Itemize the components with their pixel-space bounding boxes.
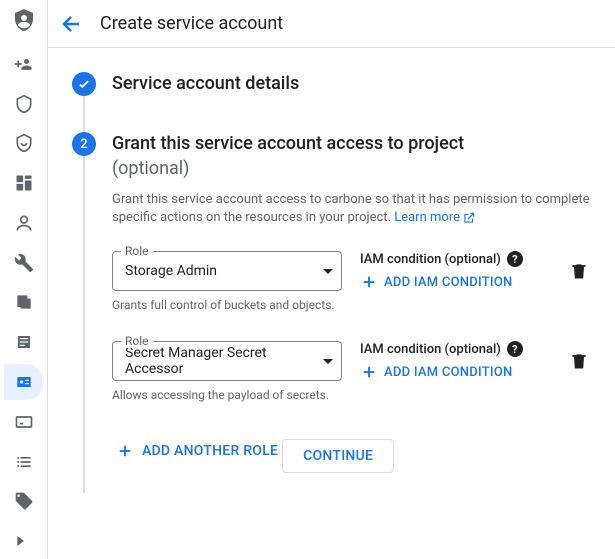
step-1: Service account details bbox=[72, 72, 591, 96]
role-select-1[interactable]: Role Storage Admin bbox=[112, 251, 342, 291]
delete-role-2[interactable] bbox=[567, 341, 591, 381]
add-iam-condition-1[interactable]: ADD IAM CONDITION bbox=[360, 273, 549, 291]
nav-quota-icon[interactable] bbox=[4, 285, 44, 321]
nav-identity-icon[interactable] bbox=[4, 46, 44, 82]
iam-condition-label-1: IAM condition (optional) ? bbox=[360, 251, 549, 267]
role-helper-1: Grants full control of buckets and objec… bbox=[112, 297, 342, 313]
continue-button[interactable]: CONTINUE bbox=[282, 439, 394, 473]
role-field-value: Storage Admin bbox=[125, 263, 323, 279]
page-title: Create service account bbox=[100, 13, 283, 34]
role-field-label: Role bbox=[121, 244, 153, 258]
iam-condition-label-2: IAM condition (optional) ? bbox=[360, 341, 549, 357]
dropdown-arrow-icon bbox=[323, 269, 333, 274]
nav-list-icon[interactable] bbox=[4, 444, 44, 480]
nav-user-icon[interactable] bbox=[4, 205, 44, 241]
add-iam-condition-2[interactable]: ADD IAM CONDITION bbox=[360, 363, 549, 381]
role-field-value: Secret Manager Secret Accessor bbox=[125, 345, 323, 377]
role-helper-2: Allows accessing the payload of secrets. bbox=[112, 387, 342, 403]
role-select-2[interactable]: Role Secret Manager Secret Accessor bbox=[112, 341, 342, 381]
nav-shield-refresh-icon[interactable] bbox=[4, 126, 44, 162]
dropdown-arrow-icon bbox=[323, 359, 333, 364]
nav-more-icon[interactable] bbox=[4, 523, 44, 559]
role-row-2: Role Secret Manager Secret Accessor Allo… bbox=[112, 341, 591, 403]
step-1-complete-icon bbox=[72, 72, 96, 96]
step-2-description: Grant this service account access to car… bbox=[112, 191, 591, 227]
back-button[interactable] bbox=[60, 12, 84, 36]
sidebar bbox=[0, 0, 48, 559]
nav-shield-icon[interactable] bbox=[4, 86, 44, 122]
nav-settings-icon[interactable] bbox=[4, 245, 44, 281]
main-content: Service account details 2 Grant this ser… bbox=[48, 48, 615, 559]
step-1-title[interactable]: Service account details bbox=[112, 72, 591, 96]
step-2: 2 Grant this service account access to p… bbox=[72, 132, 591, 473]
role-row-1: Role Storage Admin Grants full control o… bbox=[112, 251, 591, 313]
nav-tag-icon[interactable] bbox=[4, 483, 44, 519]
learn-more-link[interactable]: Learn more bbox=[394, 209, 476, 227]
step-2-title: Grant this service account access to pro… bbox=[112, 132, 591, 156]
nav-doc-icon[interactable] bbox=[4, 324, 44, 360]
step-2-badge: 2 bbox=[72, 132, 96, 156]
topbar: Create service account bbox=[48, 0, 615, 48]
nav-service-accounts-icon[interactable] bbox=[4, 364, 44, 400]
role-field-label: Role bbox=[121, 334, 153, 348]
help-icon[interactable]: ? bbox=[507, 341, 523, 357]
nav-card-icon[interactable] bbox=[4, 404, 44, 440]
shield-user-icon bbox=[12, 8, 36, 32]
delete-role-1[interactable] bbox=[567, 251, 591, 291]
step-2-subtitle: (optional) bbox=[112, 158, 591, 179]
help-icon[interactable]: ? bbox=[507, 251, 523, 267]
nav-org-icon[interactable] bbox=[4, 165, 44, 201]
add-another-role-button[interactable]: ADD ANOTHER ROLE bbox=[112, 442, 278, 460]
